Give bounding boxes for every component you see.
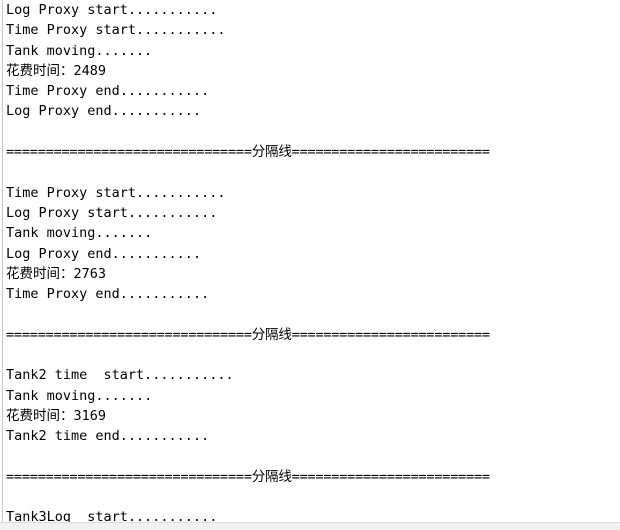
- console-line: Tank moving.......: [6, 225, 153, 242]
- console-line: Log Proxy start...........: [6, 2, 218, 18]
- console-output-panel[interactable]: Log Proxy start........... Time Proxy sta…: [0, 0, 620, 530]
- console-line: 花费时间：2489: [6, 62, 107, 79]
- console-line: Time Proxy end...........: [6, 286, 210, 303]
- console-line: Log Proxy start...........: [6, 204, 218, 221]
- console-line: Tank2 time end...........: [6, 428, 210, 445]
- console-text-area[interactable]: Log Proxy start........... Time Proxy sta…: [6, 0, 620, 528]
- console-line: Time Proxy start...........: [6, 184, 226, 201]
- console-line: Log Proxy end...........: [6, 103, 202, 120]
- console-line: Log Proxy end...........: [6, 245, 202, 262]
- console-line: Tank moving.......: [6, 387, 153, 404]
- console-line: Tank moving.......: [6, 42, 153, 59]
- console-line: Tank2 time start...........: [6, 367, 234, 384]
- console-line: Time Proxy end...........: [6, 83, 210, 100]
- left-gutter-rule: [2, 0, 3, 522]
- console-line: 花费时间：2763: [6, 265, 107, 282]
- console-line: 花费时间：3169: [6, 407, 107, 424]
- console-separator-line: ===============================分隔线======…: [6, 326, 490, 343]
- console-line: Time Proxy start...........: [6, 22, 226, 39]
- console-separator-line: ===============================分隔线======…: [6, 144, 490, 161]
- console-separator-line: ===============================分隔线======…: [6, 468, 490, 485]
- bottom-status-strip-fill: [0, 524, 620, 530]
- bottom-status-strip: [0, 522, 620, 530]
